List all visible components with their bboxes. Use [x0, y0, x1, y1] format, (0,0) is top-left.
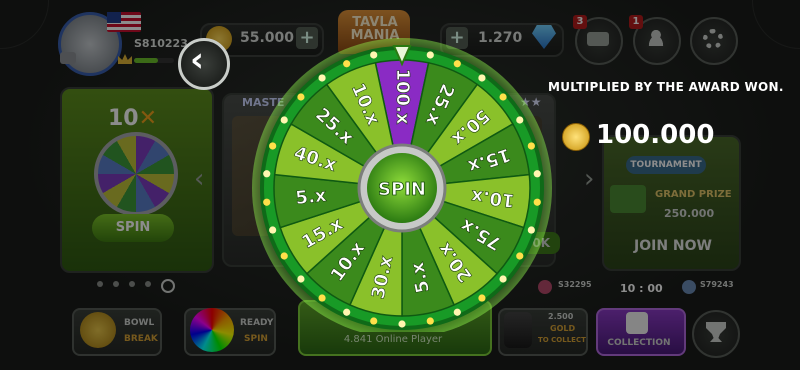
rim-bulb: [280, 252, 288, 260]
rim-bulb: [516, 252, 524, 260]
rim-bulb: [318, 74, 326, 82]
award-amount: 100.000: [596, 120, 715, 150]
rim-bulb: [533, 198, 541, 206]
rim-bulb: [263, 198, 271, 206]
rim-bulb: [297, 93, 305, 101]
rim-bulb: [343, 308, 351, 316]
rim-bulb: [453, 60, 461, 68]
rim-bulb: [370, 51, 378, 59]
rim-bulb: [453, 308, 461, 316]
rim-bulb: [269, 142, 277, 150]
rim-bulb: [426, 317, 434, 325]
rim-bulb: [516, 116, 524, 124]
rim-bulb: [533, 170, 541, 178]
rim-bulb: [527, 226, 535, 234]
rim-bulb: [499, 275, 507, 283]
prize-wheel[interactable]: 100.x 25.x50.x15.x10.x75.x20.x5.x30.x10.x…: [250, 38, 554, 332]
rim-bulb: [398, 320, 406, 328]
rim-bulb: [370, 317, 378, 325]
rim-bulb: [318, 294, 326, 302]
rim-bulb: [478, 74, 486, 82]
rim-bulb: [343, 60, 351, 68]
chevron-left-icon: ‹: [190, 40, 205, 80]
rim-bulb: [478, 294, 486, 302]
rim-bulb: [269, 226, 277, 234]
rim-bulb: [499, 93, 507, 101]
award-caption: MULTIPLIED BY THE AWARD WON.: [548, 80, 784, 94]
spin-button-label: SPIN: [378, 179, 426, 200]
rim-bulb: [280, 116, 288, 124]
rim-bulb: [426, 51, 434, 59]
rim-bulb: [297, 275, 305, 283]
wheel-segment-label: 100.x: [392, 68, 413, 124]
award-coin-icon: [562, 123, 590, 151]
rim-bulb: [263, 170, 271, 178]
rim-bulb: [527, 142, 535, 150]
wheel-segment-label: 5.x: [294, 185, 327, 209]
